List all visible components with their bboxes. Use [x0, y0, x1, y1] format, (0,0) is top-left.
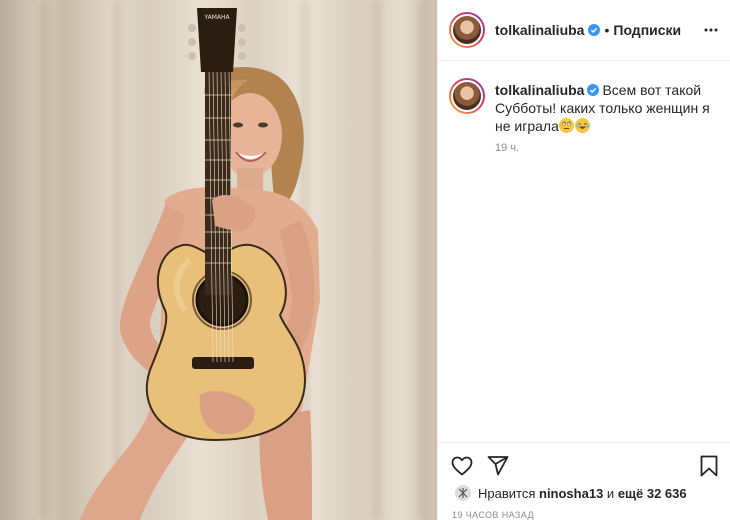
action-bar [438, 442, 730, 486]
posted-time[interactable]: 19 ЧАСОВ НАЗАД [452, 510, 534, 520]
guitar-neck [205, 70, 231, 295]
verified-badge-icon [588, 24, 601, 36]
post-header: tolkalinaliuba • Подписки [438, 0, 730, 61]
guitar-bridge [192, 357, 254, 369]
bookmark-icon[interactable] [697, 454, 721, 478]
post-photo[interactable]: YAMAHA [0, 0, 437, 520]
liker-avatar[interactable] [454, 484, 472, 502]
more-options-icon[interactable] [703, 22, 719, 38]
guitar-brand: YAMAHA [203, 14, 230, 21]
author-avatar[interactable] [449, 12, 485, 48]
likes-user[interactable]: ninosha13 [539, 486, 603, 501]
instagram-post: YAMAHA tolkalinaliuba • Подписки tolkali… [0, 0, 730, 520]
caption-username[interactable]: tolkalinaliuba [495, 82, 584, 98]
caption-body: tolkalinaliuba Всем вот такой Субботы! ка… [495, 78, 724, 135]
following-button[interactable]: Подписки [613, 22, 681, 38]
laughing-tears-emoji-icon [574, 118, 590, 133]
share-paper-plane-icon[interactable] [486, 454, 510, 478]
heart-icon[interactable] [450, 454, 474, 478]
likes-middle: и [606, 485, 615, 501]
caption-author-avatar[interactable] [449, 78, 485, 114]
caption-relative-time[interactable]: 19 ч. [495, 142, 519, 154]
likes-summary: Нравится ninosha13 и ещё 32 636 [454, 484, 687, 502]
verified-badge-icon [587, 84, 600, 96]
caption-comment: tolkalinaliuba Всем вот такой Субботы! ка… [449, 78, 724, 135]
post-sidebar: tolkalinaliuba • Подписки tolkalinaliuba… [437, 0, 730, 520]
likes-prefix: Нравится [478, 485, 536, 501]
eyes-rolling-emoji-icon [558, 118, 574, 133]
likes-count[interactable]: ещё 32 636 [618, 486, 687, 501]
separator-dot: • [604, 22, 610, 38]
photo-illustration: YAMAHA [80, 8, 320, 520]
author-username[interactable]: tolkalinaliuba [495, 22, 584, 38]
